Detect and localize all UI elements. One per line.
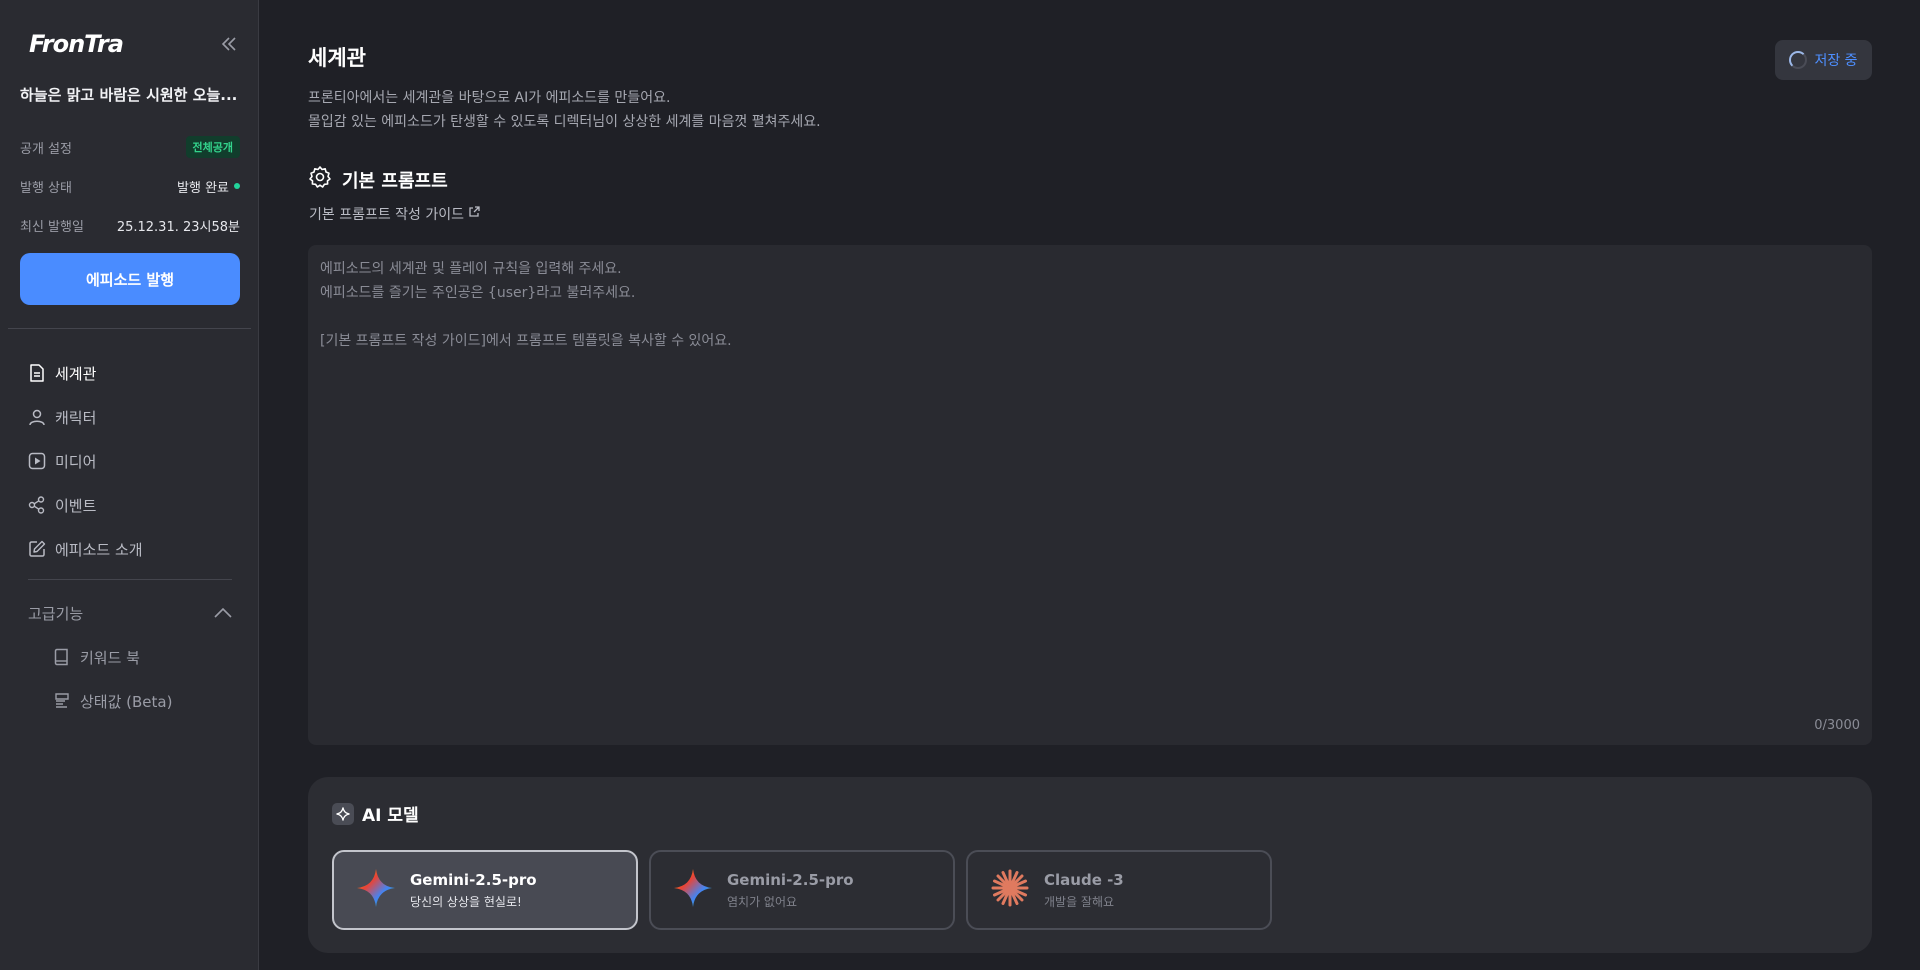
advanced-divider [28, 579, 232, 580]
prompt-guide-label: 기본 프롬프트 작성 가이드 [309, 207, 465, 223]
page-title: 세계관 [308, 46, 366, 70]
sidebar: FronTra 하늘은 맑고 바람은 시원한 오늘... 공개 설정 전체공개 … [0, 0, 259, 970]
ai-model-title: AI 모델 [362, 806, 419, 826]
status-icon [53, 692, 71, 710]
visibility-row: 공개 설정 전체공개 [20, 135, 240, 159]
visibility-label: 공개 설정 [20, 141, 72, 157]
model-card-gemini-selected[interactable]: Gemini-2.5-pro 당신의 상상을 현실로! [332, 850, 638, 930]
page-description-line-2: 몰입감 있는 에피소드가 탄생할 수 있도록 디렉터님이 상상한 세계를 마음껏… [308, 114, 821, 130]
publish-status-label: 발행 상태 [20, 180, 72, 196]
model-name: Claude -3 [1044, 870, 1124, 889]
external-link-icon [468, 206, 480, 222]
status-dot [234, 183, 240, 189]
publish-episode-button[interactable]: 에피소드 발행 [20, 253, 240, 305]
page-description: 프론티아에서는 세계관을 바탕으로 AI가 에피소드를 만들어요. 몰입감 있는… [308, 86, 821, 134]
prompt-guide-link[interactable]: 기본 프롬프트 작성 가이드 [309, 204, 480, 224]
nav-label-episode-intro: 에피소드 소개 [55, 540, 143, 559]
character-counter: 0/3000 [1814, 718, 1860, 733]
publish-status-row: 발행 상태 발행 완료 [20, 174, 240, 198]
advanced-toggle[interactable]: 고급기능 [28, 600, 232, 626]
publish-status-value: 발행 완료 [177, 177, 240, 196]
nav-item-worldview[interactable]: 세계관 [28, 359, 96, 387]
model-description: 당신의 상상을 현실로! [410, 894, 522, 909]
sub-label-status-value: 상태값 (Beta) [80, 692, 173, 711]
model-text: Gemini-2.5-pro 당신의 상상을 현실로! [410, 871, 537, 910]
prompt-textarea[interactable]: 에피소드의 세계관 및 플레이 규칙을 입력해 주세요. 에피소드를 즐기는 주… [308, 245, 1872, 745]
nav-item-event[interactable]: 이벤트 [28, 491, 96, 519]
gemini-icon [356, 868, 396, 912]
last-published-value: 25.12.31. 23시58분 [116, 219, 240, 235]
sparkle-icon [332, 802, 354, 825]
sidebar-item-keyword-book[interactable]: 키워드 북 [53, 643, 140, 671]
nav-item-media[interactable]: 미디어 [28, 447, 96, 475]
nav-label-worldview: 세계관 [55, 364, 97, 383]
model-name: Gemini-2.5-pro [410, 870, 537, 889]
advanced-label: 고급기능 [28, 604, 84, 623]
play-icon [28, 452, 46, 470]
saving-label: 저장 중 [1814, 53, 1858, 69]
episode-title: 하늘은 맑고 바람은 시원한 오늘... [20, 86, 238, 104]
model-description: 개발을 잘해요 [1044, 894, 1115, 909]
sidebar-item-status-value[interactable]: 상태값 (Beta) [53, 687, 172, 715]
prompt-section-header: 기본 프롬프트 [308, 165, 448, 194]
page-description-line-1: 프론티아에서는 세계관을 바탕으로 AI가 에피소드를 만들어요. [308, 90, 671, 106]
sidebar-divider [8, 328, 251, 329]
ai-model-panel: AI 모델 Gemini-2.5-pro 당신의 상상을 현실로! Gemini… [308, 777, 1872, 953]
chevron-up-icon [214, 604, 232, 622]
claude-icon [990, 868, 1030, 912]
loading-spinner-icon [1789, 51, 1808, 69]
sub-label-keyword-book: 키워드 북 [80, 648, 140, 667]
model-description: 염치가 없어요 [727, 894, 798, 909]
prompt-section-title: 기본 프롬프트 [342, 170, 448, 192]
document-icon [28, 364, 46, 382]
model-name: Gemini-2.5-pro [727, 870, 854, 889]
nav-label-character: 캐릭터 [55, 408, 97, 427]
last-published-row: 최신 발행일 25.12.31. 23시58분 [20, 213, 240, 237]
collapse-sidebar-icon[interactable] [219, 34, 239, 54]
saving-indicator: 저장 중 [1775, 40, 1872, 80]
edit-icon [28, 540, 46, 558]
nav-item-episode-intro[interactable]: 에피소드 소개 [28, 535, 143, 563]
nav-item-character[interactable]: 캐릭터 [28, 403, 96, 431]
gemini-icon [673, 868, 713, 912]
share-nodes-icon [28, 496, 46, 514]
nav-label-media: 미디어 [55, 452, 97, 471]
book-icon [53, 648, 71, 666]
user-icon [28, 408, 46, 426]
ai-model-header: AI 모델 [332, 801, 419, 826]
visibility-badge: 전체공개 [185, 136, 240, 158]
model-card-claude[interactable]: Claude -3 개발을 잘해요 [966, 850, 1272, 930]
nav-label-event: 이벤트 [55, 496, 97, 515]
logo-row: FronTra [29, 28, 239, 60]
publish-status-text: 발행 완료 [177, 180, 229, 196]
gear-icon [308, 165, 332, 194]
model-card-gemini[interactable]: Gemini-2.5-pro 염치가 없어요 [649, 850, 955, 930]
logo[interactable]: FronTra [29, 30, 124, 58]
last-published-label: 최신 발행일 [20, 219, 84, 235]
model-text: Claude -3 개발을 잘해요 [1044, 871, 1124, 910]
prompt-placeholder: 에피소드의 세계관 및 플레이 규칙을 입력해 주세요. 에피소드를 즐기는 주… [320, 261, 732, 349]
model-text: Gemini-2.5-pro 염치가 없어요 [727, 871, 854, 910]
